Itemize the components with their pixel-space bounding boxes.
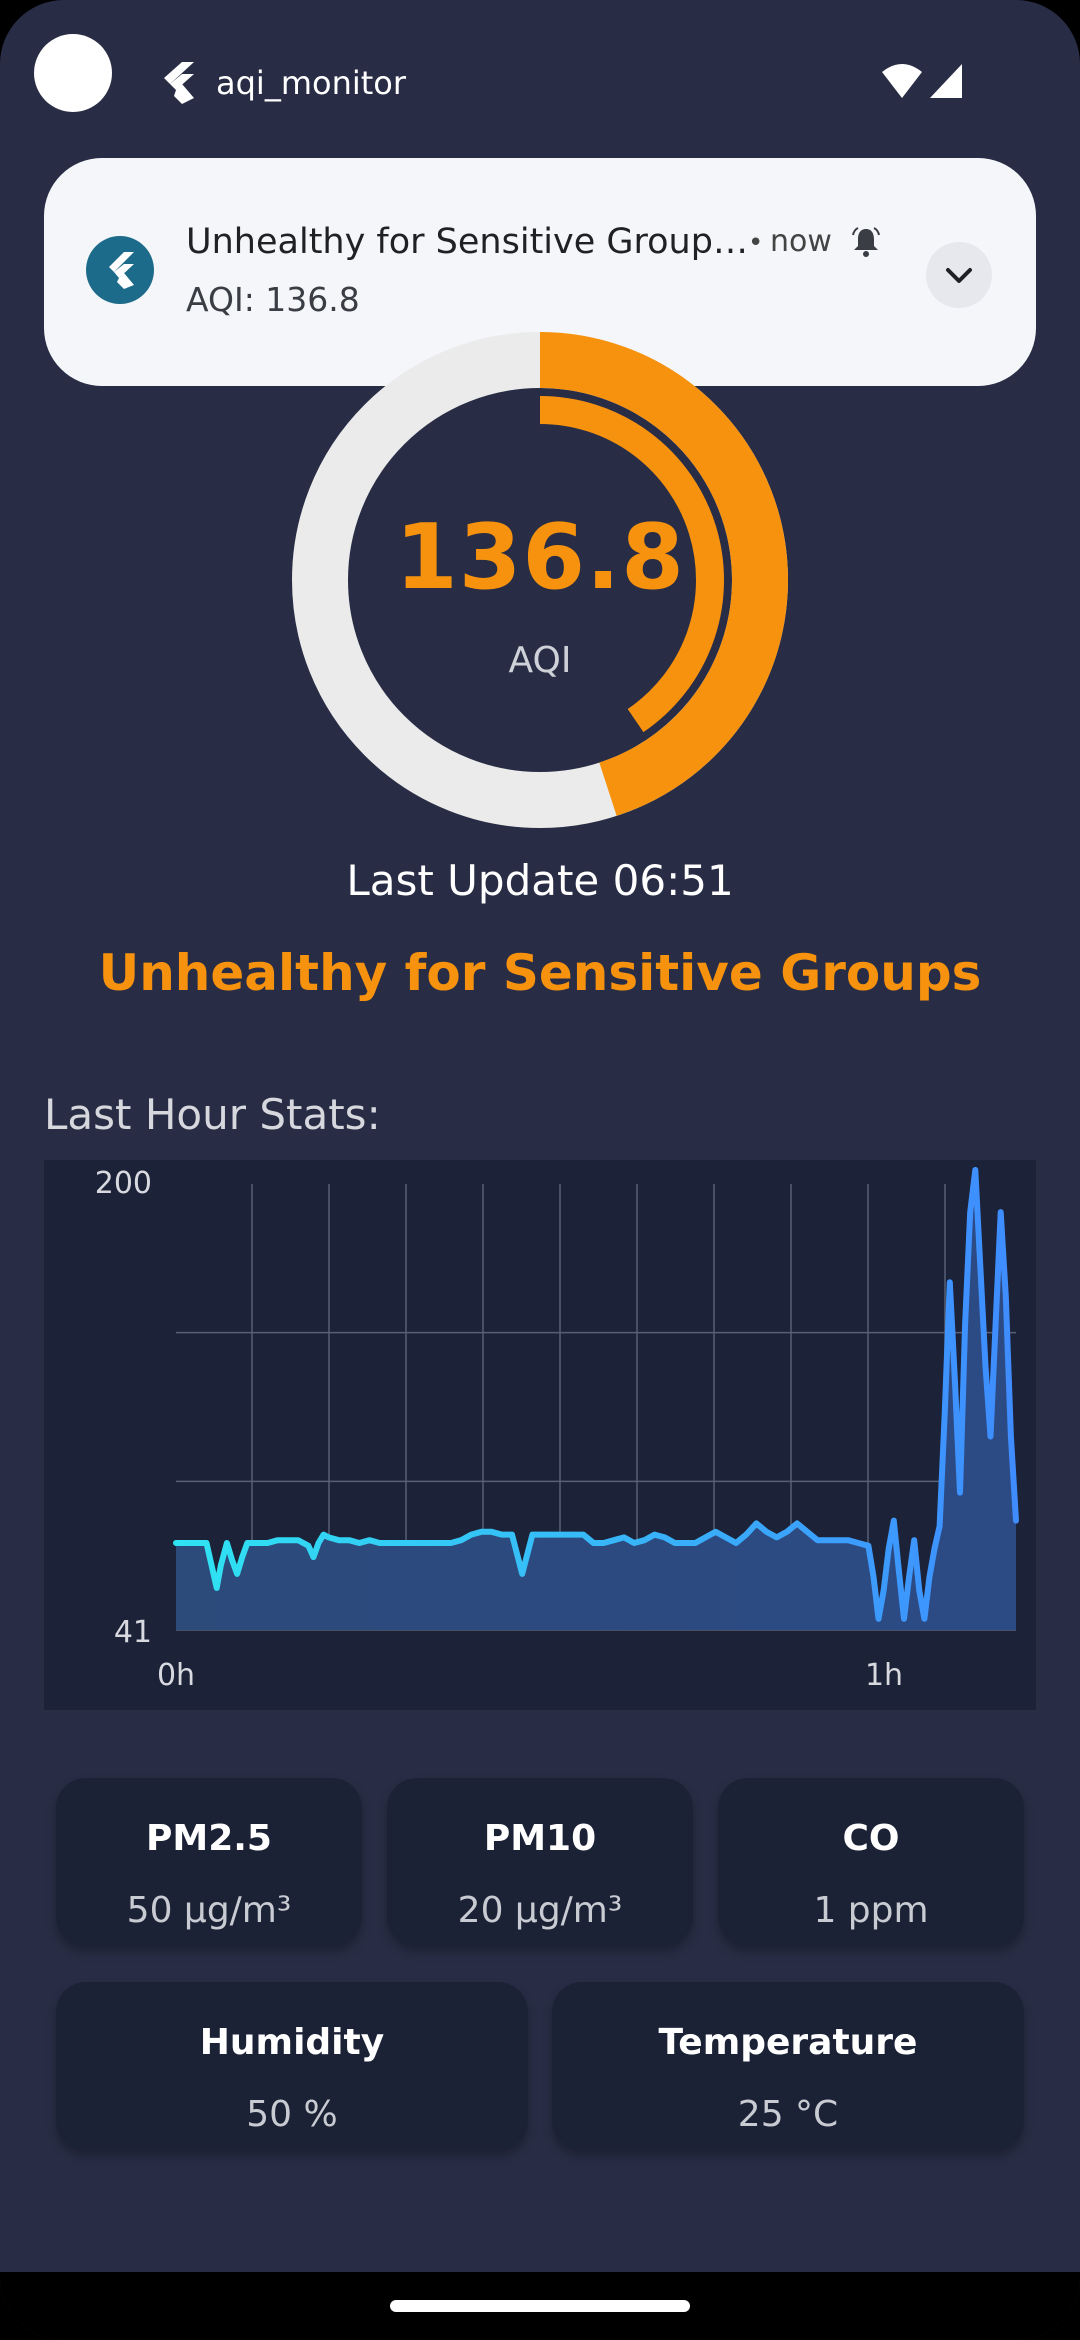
- card-title: PM2.5: [146, 1818, 272, 1859]
- notification-body: AQI: 136.8: [186, 280, 360, 319]
- x-tick-label: 1h: [865, 1658, 903, 1693]
- chevron-down-icon: [946, 268, 972, 283]
- last-update-text: Last Update 06:51: [346, 856, 734, 905]
- app-name: aqi_monitor: [216, 64, 407, 102]
- card-value: 25 °C: [737, 2094, 839, 2135]
- aqi-category: Unhealthy for Sensitive Groups: [98, 944, 982, 1002]
- last-hour-chart: 200 41 0h 1h: [44, 1160, 1036, 1710]
- aqi-label: AQI: [508, 640, 572, 681]
- camera-cutout: [34, 34, 112, 112]
- home-indicator[interactable]: [390, 2300, 690, 2312]
- card-value: 20 µg/m³: [457, 1890, 623, 1931]
- flutter-logo-icon: [164, 62, 194, 104]
- card-title: CO: [842, 1818, 900, 1859]
- card-title: PM10: [483, 1818, 597, 1859]
- app-screen: aqi_monitor Unhealthy for Sensitive Grou…: [0, 0, 1080, 2340]
- y-tick-label: 200: [95, 1166, 152, 1201]
- notification-app-icon: [86, 236, 154, 304]
- card-value: 50 µg/m³: [126, 1890, 292, 1931]
- card-value: 1 ppm: [813, 1890, 929, 1931]
- pm10-card: PM10 20 µg/m³: [387, 1778, 693, 1946]
- y-tick-label: 41: [114, 1615, 152, 1650]
- card-title: Humidity: [199, 2022, 385, 2063]
- bell-icon: [852, 227, 880, 257]
- temperature-card: Temperature 25 °C: [552, 1982, 1024, 2150]
- signal-icon: [930, 64, 962, 98]
- notification-expand-button[interactable]: [926, 242, 992, 308]
- notification-title: Unhealthy for Sensitive Group…: [186, 222, 748, 262]
- x-tick-label: 0h: [157, 1658, 195, 1693]
- co-card: CO 1 ppm: [718, 1778, 1024, 1946]
- stats-title: Last Hour Stats:: [44, 1090, 381, 1139]
- notification-separator: •: [748, 228, 764, 258]
- aqi-value: 136.8: [395, 505, 685, 610]
- humidity-card: Humidity 50 %: [56, 1982, 528, 2150]
- card-title: Temperature: [658, 2022, 918, 2063]
- pm25-card: PM2.5 50 µg/m³: [56, 1778, 362, 1946]
- wifi-icon: [882, 64, 922, 98]
- notification-time: now: [770, 224, 832, 259]
- card-value: 50 %: [246, 2094, 338, 2135]
- status-bar: aqi_monitor: [0, 0, 1080, 150]
